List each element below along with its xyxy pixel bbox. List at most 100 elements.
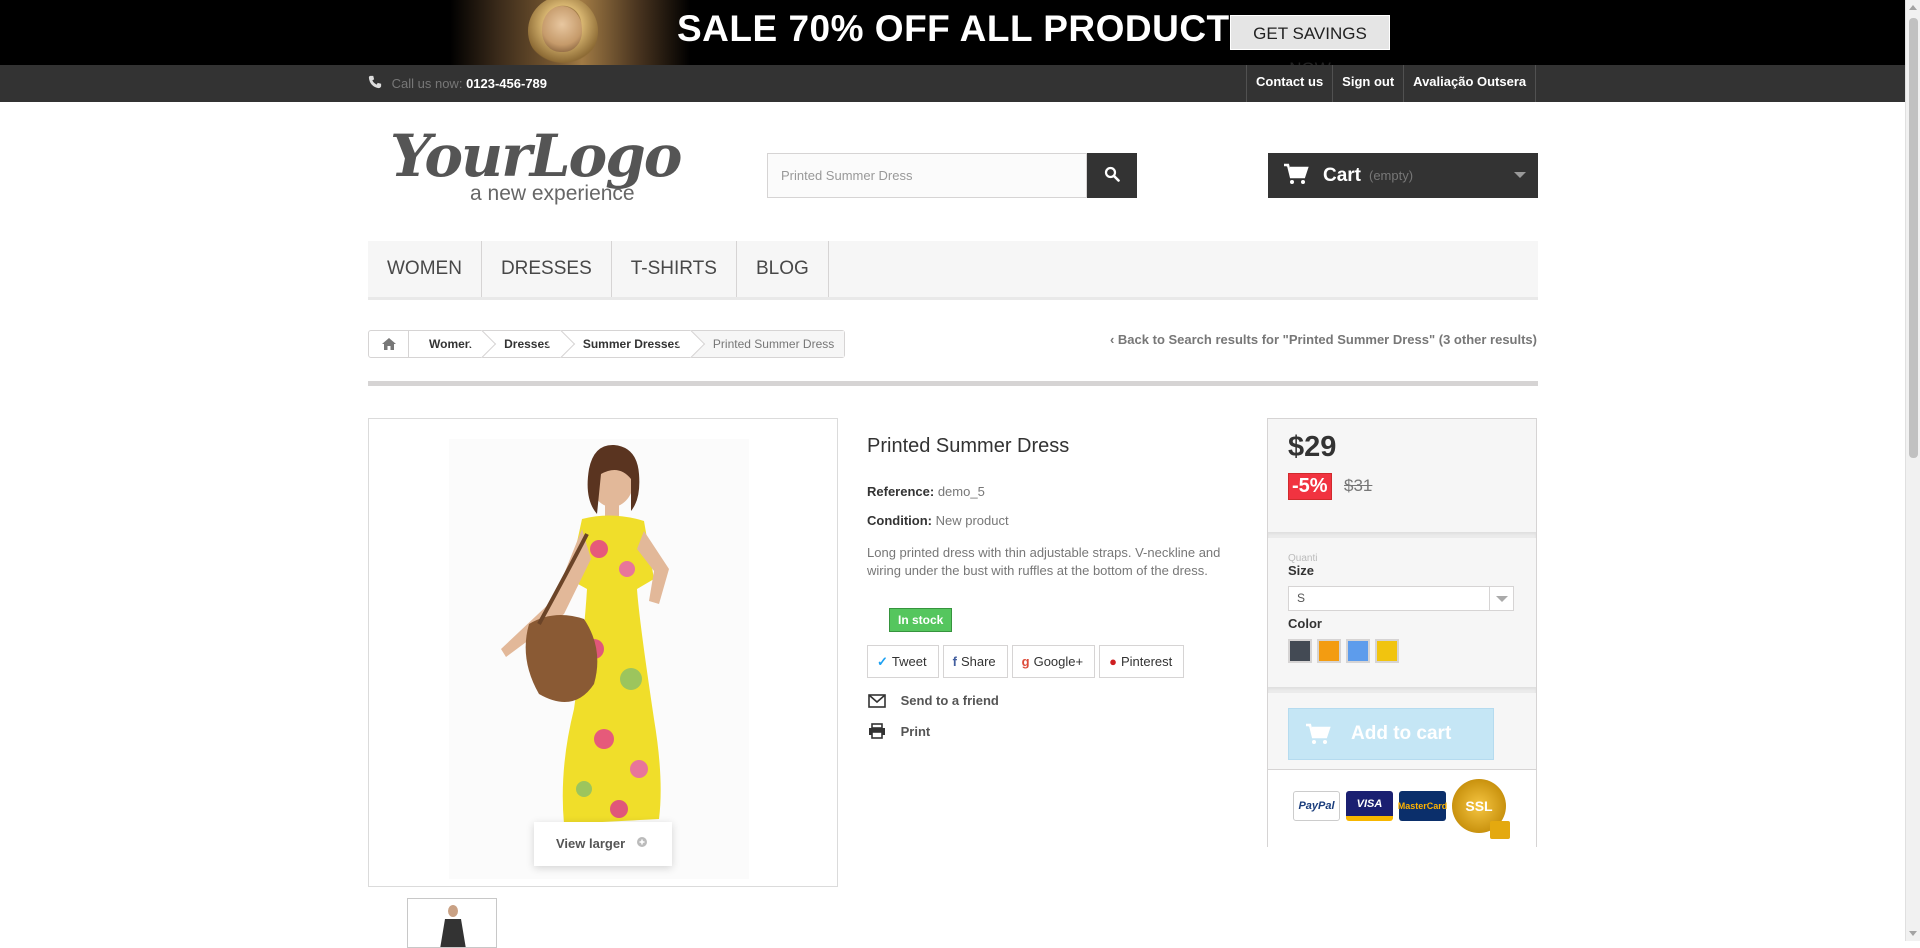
color-swatch-black[interactable]	[1288, 639, 1312, 663]
call-label: Call us now:	[391, 76, 463, 91]
menu-item-dresses[interactable]: DRESSES	[482, 241, 612, 297]
facebook-share-button[interactable]: f Share	[942, 645, 1008, 678]
tweet-label: Tweet	[891, 654, 927, 669]
color-label: Color	[1288, 616, 1322, 631]
product-description: Long printed dress with thin adjustable …	[867, 545, 1221, 578]
search-bar	[767, 153, 1137, 198]
banner-model-image	[450, 0, 690, 65]
tweet-button[interactable]: ✓ Tweet	[867, 645, 939, 678]
cart-button[interactable]: Cart (empty)	[1268, 153, 1538, 198]
main-menu: WOMEN DRESSES T-SHIRTS BLOG	[368, 241, 1538, 300]
phone-contact: Call us now: 0123-456-789	[368, 65, 547, 102]
chevron-left-icon: ‹	[1109, 332, 1118, 347]
divider	[1268, 687, 1536, 693]
phone-number: 0123-456-789	[466, 76, 548, 91]
add-to-cart-label: Add to cart	[1351, 723, 1452, 744]
breadcrumb: Women Dresses Summer Dresses Printed Sum…	[368, 330, 846, 358]
printer-icon	[869, 723, 885, 739]
product-condition: Condition: New product	[867, 513, 1009, 528]
section-divider	[368, 381, 1538, 386]
sign-out-link[interactable]: Sign out	[1333, 65, 1405, 102]
view-larger-button[interactable]: View larger	[534, 822, 672, 866]
product-reference: Reference: demo_5	[867, 484, 985, 499]
paypal-logo: PayPal	[1293, 791, 1340, 821]
menu-item-tshirts[interactable]: T-SHIRTS	[612, 241, 737, 297]
size-select[interactable]: S	[1288, 586, 1514, 611]
visa-logo: VISA	[1346, 791, 1393, 821]
print-link[interactable]: Print	[867, 723, 930, 739]
scroll-up-icon[interactable]	[1909, 5, 1917, 10]
search-input[interactable]	[767, 153, 1087, 198]
search-icon	[1104, 166, 1120, 182]
menu-item-blog[interactable]: BLOG	[737, 241, 829, 297]
size-select-value: S	[1297, 591, 1306, 605]
banner-title: SALE 70% OFF ALL PRODUCTS	[677, 8, 1255, 49]
promo-banner[interactable]: SALE 70% OFF ALL PRODUCTS GET SAVINGS NO…	[0, 0, 1905, 65]
google-plus-button[interactable]: g Google+	[1011, 645, 1096, 678]
chevron-down-icon	[1514, 172, 1526, 178]
product-title: Printed Summer Dress	[867, 435, 1070, 457]
mastercard-logo: MasterCard	[1398, 791, 1447, 821]
condition-value: New product	[935, 513, 1009, 528]
envelope-icon	[868, 694, 886, 708]
breadcrumb-home[interactable]	[369, 331, 409, 357]
send-to-friend-link[interactable]: Send to a friend	[867, 693, 999, 708]
breadcrumb-women[interactable]: Women	[409, 331, 484, 357]
color-swatch-yellow[interactable]	[1375, 639, 1399, 663]
product-price: $29	[1288, 431, 1337, 463]
site-logo[interactable]: YourLogo a new experience	[390, 122, 682, 212]
reference-value: demo_5	[937, 484, 985, 499]
zoom-icon	[637, 837, 647, 847]
view-larger-label: View larger	[556, 836, 626, 851]
buy-box: $29 -5% $31 Quanti Size S Color Add to c…	[1267, 418, 1537, 847]
condition-label: Condition:	[867, 513, 932, 528]
color-picker	[1288, 639, 1399, 663]
old-price: $31	[1344, 476, 1373, 495]
pinterest-label: Pinterest	[1120, 654, 1173, 669]
contact-us-link[interactable]: Contact us	[1247, 65, 1334, 102]
logo-tagline: a new experience	[470, 182, 635, 205]
ssl-badge: SSL	[1452, 779, 1510, 839]
stock-badge: In stock	[889, 608, 953, 632]
get-savings-button[interactable]: GET SAVINGS NOW	[1230, 15, 1390, 65]
chevron-down-icon	[1489, 587, 1513, 610]
twitter-icon: ✓	[877, 654, 888, 669]
size-label: Size	[1288, 563, 1315, 578]
cart-status: (empty)	[1369, 168, 1414, 183]
reference-label: Reference:	[867, 484, 935, 499]
top-links: Contact us Sign out Avaliação Outsera	[1246, 65, 1537, 102]
color-swatch-orange[interactable]	[1317, 639, 1341, 663]
scrollbar-thumb[interactable]	[1909, 18, 1918, 458]
cart-icon	[1284, 163, 1309, 184]
account-link[interactable]: Avaliação Outsera	[1404, 65, 1537, 102]
send-to-friend-label: Send to a friend	[900, 693, 999, 708]
google-plus-label: Google+	[1033, 654, 1084, 669]
facebook-icon: f	[952, 654, 957, 669]
menu-item-women[interactable]: WOMEN	[368, 241, 482, 297]
back-to-search-link[interactable]: ‹ Back to Search results for "Printed Su…	[1110, 332, 1537, 347]
pinterest-icon: ●	[1109, 654, 1117, 669]
divider	[1268, 532, 1536, 538]
color-swatch-blue[interactable]	[1346, 639, 1370, 663]
product-image[interactable]	[368, 418, 838, 887]
add-to-cart-button[interactable]: Add to cart	[1288, 708, 1494, 760]
home-icon	[381, 338, 396, 350]
page-scrollbar[interactable]	[1905, 0, 1920, 941]
back-link-text: Back to Search results for "Printed Summ…	[1117, 332, 1537, 347]
breadcrumb-summer-dresses[interactable]: Summer Dresses	[563, 331, 693, 357]
google-plus-icon: g	[1021, 654, 1030, 669]
phone-icon	[368, 75, 382, 89]
cart-label: Cart	[1323, 165, 1362, 186]
cart-icon	[1306, 723, 1331, 744]
top-bar: Call us now: 0123-456-789 Contact us Sig…	[0, 65, 1905, 102]
payment-logos: PayPal VISA MasterCard SSL	[1293, 779, 1510, 839]
reduction-badge: -5%	[1288, 473, 1332, 500]
print-label: Print	[900, 724, 931, 739]
breadcrumb-current: Printed Summer Dress	[692, 331, 845, 357]
scroll-down-icon[interactable]	[1909, 931, 1917, 936]
pinterest-button[interactable]: ● Pinterest	[1099, 645, 1185, 678]
search-button[interactable]	[1087, 153, 1137, 198]
logo-text: YourLogo	[390, 122, 682, 190]
share-label: Share	[960, 654, 996, 669]
social-share: ✓ Tweet f Share g Google+ ● Pinterest	[867, 645, 1185, 678]
